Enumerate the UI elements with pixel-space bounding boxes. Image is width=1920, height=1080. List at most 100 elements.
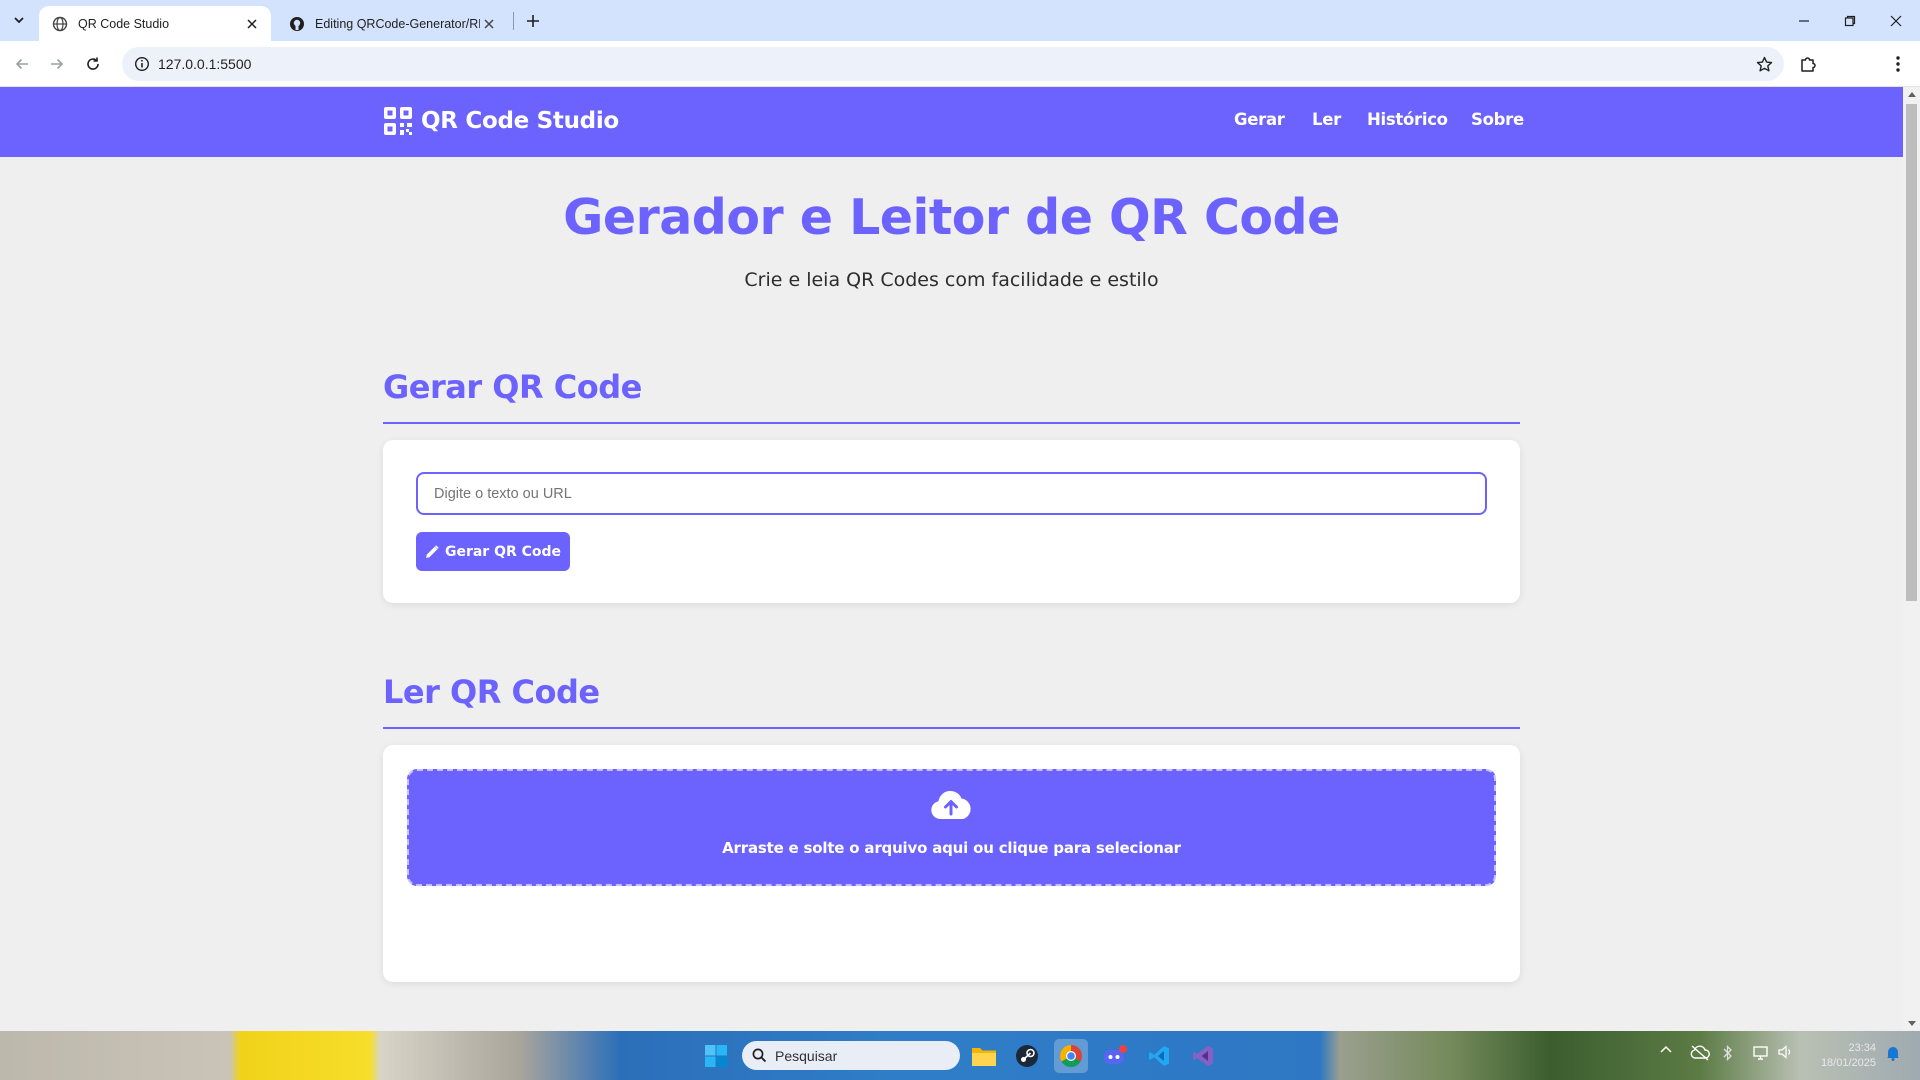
page-title: Gerador e Leitor de QR Code (563, 189, 1340, 246)
browser-menu-button[interactable] (1883, 49, 1913, 79)
scrollbar-thumb[interactable] (1906, 104, 1917, 601)
steam-app[interactable] (1010, 1039, 1044, 1073)
close-icon (247, 18, 257, 29)
volume-tray-icon[interactable] (1778, 1045, 1794, 1059)
tray-overflow-button[interactable] (1660, 1045, 1672, 1053)
browser-tab-active[interactable]: QR Code Studio (39, 6, 271, 41)
windows-logo-icon (705, 1045, 727, 1067)
onedrive-tray-icon[interactable] (1690, 1045, 1710, 1061)
restore-icon (1844, 15, 1856, 26)
page-scrollbar[interactable] (1903, 87, 1920, 1031)
chrome-app[interactable] (1054, 1039, 1088, 1073)
taskbar-search[interactable]: Pesquisar (742, 1041, 960, 1070)
arrow-right-icon (51, 58, 64, 70)
cloud-off-icon (1690, 1045, 1710, 1061)
address-bar[interactable]: 127.0.0.1:5500 (122, 47, 1784, 81)
minimize-icon (1799, 19, 1809, 22)
url-text: 127.0.0.1:5500 (158, 56, 252, 72)
close-window-button[interactable] (1873, 0, 1919, 41)
browser-tab-bar: QR Code Studio Editing QRCode-Generator/… (0, 0, 1920, 41)
speaker-icon (1778, 1045, 1791, 1059)
generate-qr-button[interactable]: Gerar QR Code (416, 532, 570, 571)
restore-button[interactable] (1827, 0, 1873, 41)
tab-title: QR Code Studio (78, 16, 170, 31)
cloud-upload-icon (931, 790, 971, 819)
clock-time: 23:34 (1848, 1042, 1876, 1054)
extensions-button[interactable] (1793, 49, 1823, 79)
taskbar-search-placeholder: Pesquisar (775, 1047, 838, 1064)
scroll-down-arrow[interactable] (1903, 1017, 1920, 1031)
reload-button[interactable] (78, 49, 108, 79)
triangle-up-icon (1907, 92, 1916, 97)
bell-icon (1887, 1047, 1899, 1061)
close-icon (484, 18, 494, 29)
read-card: Arraste e solte o arquivo aqui ou clique… (383, 745, 1520, 982)
github-icon (290, 16, 304, 31)
start-button[interactable] (699, 1039, 733, 1073)
site-info-icon[interactable] (130, 52, 154, 76)
bookmark-star-button[interactable] (1752, 52, 1776, 76)
network-tray-icon[interactable] (1753, 1045, 1771, 1061)
section-divider (383, 727, 1520, 729)
page-viewport: QR Code Studio Gerar Ler Histórico Sobre… (0, 87, 1903, 1031)
qr-text-input[interactable] (416, 472, 1487, 515)
plus-icon (527, 15, 539, 27)
minimize-button[interactable] (1781, 0, 1827, 41)
discord-icon (1104, 1045, 1127, 1064)
generate-button-label: Gerar QR Code (444, 543, 562, 560)
back-button[interactable] (7, 49, 37, 79)
visual-studio-icon (1193, 1046, 1213, 1066)
notifications-button[interactable] (1886, 1045, 1900, 1061)
more-vertical-icon (1896, 56, 1900, 72)
puzzle-icon (1801, 57, 1816, 72)
vscode-app[interactable] (1142, 1039, 1176, 1073)
qr-code-icon (384, 107, 412, 135)
steam-icon (1016, 1045, 1038, 1067)
close-icon (1890, 15, 1902, 26)
tab-close-button[interactable] (243, 15, 261, 33)
star-icon (1756, 56, 1772, 71)
tab-search-button[interactable] (5, 7, 33, 33)
tab-title: Editing QRCode-Generator/README.md (315, 16, 480, 31)
search-icon (752, 1048, 767, 1063)
visual-studio-app[interactable] (1186, 1039, 1220, 1073)
bluetooth-tray-icon[interactable] (1723, 1045, 1733, 1061)
pencil-icon (425, 544, 439, 558)
forward-button[interactable] (42, 49, 72, 79)
triangle-down-icon (1907, 1021, 1916, 1026)
discord-app[interactable] (1098, 1039, 1132, 1073)
section-divider (383, 422, 1520, 424)
clock-date: 18/01/2025 (1820, 1057, 1876, 1069)
dropzone-text: Arraste e solte o arquivo aqui ou clique… (722, 839, 1181, 857)
bluetooth-icon (1723, 1045, 1732, 1061)
arrow-left-icon (15, 58, 28, 70)
windows-taskbar: Pesquisar 23:34 18/01/2025 (0, 1031, 1920, 1080)
browser-toolbar: 127.0.0.1:5500 (0, 41, 1920, 115)
folder-icon (972, 1048, 996, 1066)
browser-tab-inactive[interactable]: Editing QRCode-Generator/README.md (276, 6, 512, 41)
read-section-title: Ler QR Code (383, 673, 600, 711)
tab-separator (513, 12, 514, 30)
nav-link-ler[interactable]: Ler (1312, 110, 1341, 129)
site-header: QR Code Studio Gerar Ler Histórico Sobre (0, 87, 1903, 157)
file-dropzone[interactable]: Arraste e solte o arquivo aqui ou clique… (407, 769, 1496, 886)
taskbar-clock[interactable]: 23:34 18/01/2025 (1812, 1041, 1876, 1071)
globe-icon (52, 16, 68, 31)
chevron-up-icon (1660, 1045, 1672, 1053)
nav-link-historico[interactable]: Histórico (1367, 110, 1448, 129)
page-subtitle: Crie e leia QR Codes com facilidade e es… (744, 269, 1159, 291)
file-explorer-app[interactable] (967, 1039, 1001, 1073)
tab-close-button[interactable] (480, 15, 498, 33)
brand-name: QR Code Studio (421, 108, 619, 134)
chevron-down-icon (14, 17, 24, 24)
nav-link-sobre[interactable]: Sobre (1471, 110, 1524, 129)
generate-card: Gerar QR Code (383, 440, 1520, 603)
generate-section-title: Gerar QR Code (383, 368, 642, 406)
vscode-icon (1149, 1046, 1169, 1066)
scroll-up-arrow[interactable] (1903, 87, 1920, 101)
chrome-icon (1060, 1045, 1082, 1067)
site-brand[interactable]: QR Code Studio (383, 106, 619, 136)
new-tab-button[interactable] (520, 8, 546, 34)
nav-link-gerar[interactable]: Gerar (1234, 110, 1285, 129)
network-icon (1753, 1046, 1768, 1060)
